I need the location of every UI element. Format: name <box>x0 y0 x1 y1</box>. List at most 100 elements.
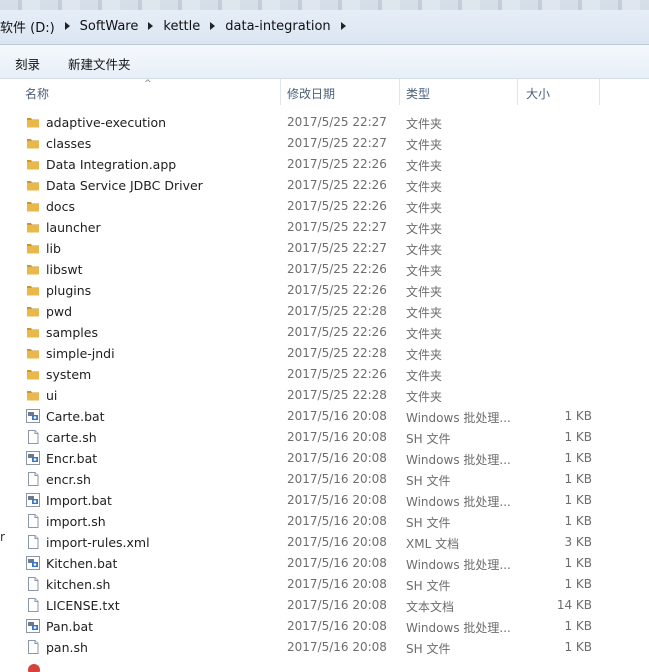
file-name[interactable]: Pan.bat <box>46 619 93 634</box>
file-name[interactable]: LICENSE.txt <box>46 598 120 613</box>
file-row[interactable]: Data Service JDBC Driver 2017/5/25 22:26 文… <box>0 175 649 196</box>
file-row[interactable]: system 2017/5/25 22:26 文件夹 <box>0 364 649 385</box>
chevron-right-icon[interactable] <box>148 22 154 30</box>
file-name[interactable]: ui <box>46 388 57 403</box>
column-size[interactable]: 大小 <box>526 85 550 102</box>
file-name[interactable]: kitchen.sh <box>46 577 110 592</box>
file-modified-date: 2017/5/16 20:08 <box>287 640 387 654</box>
chevron-right-icon[interactable] <box>210 22 216 30</box>
batch-file-icon <box>26 409 40 423</box>
file-row[interactable]: Encr.bat 2017/5/16 20:08 Windows 批处理... 1 K… <box>0 448 649 469</box>
file-modified-date: 2017/5/16 20:08 <box>287 514 387 528</box>
sort-ascending-icon: ^ <box>144 79 152 89</box>
file-name[interactable]: Data Service JDBC Driver <box>46 178 203 193</box>
xml-file-icon <box>26 535 40 549</box>
column-divider[interactable] <box>399 79 400 105</box>
file-type: 文件夹 <box>406 327 443 341</box>
file-name[interactable]: Import.bat <box>46 493 112 508</box>
file-type: Windows 批处理... <box>406 453 511 467</box>
column-divider[interactable] <box>599 79 600 105</box>
file-name[interactable]: pan.sh <box>46 640 88 655</box>
breadcrumb-kettle[interactable]: kettle <box>163 19 200 34</box>
file-row[interactable]: Data Integration.app 2017/5/25 22:26 文件夹 <box>0 154 649 175</box>
file-name[interactable]: lib <box>46 241 61 256</box>
file-modified-date: 2017/5/25 22:26 <box>287 325 387 339</box>
new-folder-button[interactable]: 新建文件夹 <box>68 54 131 73</box>
file-name[interactable]: pwd <box>46 304 72 319</box>
chevron-right-icon[interactable] <box>340 22 346 30</box>
file-name[interactable]: launcher <box>46 220 101 235</box>
file-name[interactable]: simple-jndi <box>46 346 115 361</box>
file-row[interactable]: import-rules.xml 2017/5/16 20:08 XML 文档 3 K… <box>0 532 649 553</box>
file-name[interactable]: Data Integration.app <box>46 157 176 172</box>
breadcrumb-data-integration[interactable]: data-integration <box>225 19 330 34</box>
file-row[interactable]: Carte.bat 2017/5/16 20:08 Windows 批处理... 1 … <box>0 406 649 427</box>
column-divider[interactable] <box>517 79 518 105</box>
file-size: 1 KB <box>564 493 592 507</box>
file-row[interactable]: libswt 2017/5/25 22:26 文件夹 <box>0 259 649 280</box>
column-name[interactable]: 名称 <box>25 85 49 102</box>
file-name[interactable]: Carte.bat <box>46 409 105 424</box>
file-row[interactable]: docs 2017/5/25 22:26 文件夹 <box>0 196 649 217</box>
chevron-right-icon[interactable] <box>64 22 70 30</box>
file-name[interactable]: adaptive-execution <box>46 115 166 130</box>
file-modified-date: 2017/5/25 22:28 <box>287 304 387 318</box>
file-name[interactable]: import-rules.xml <box>46 535 150 550</box>
file-row[interactable]: samples 2017/5/25 22:26 文件夹 <box>0 322 649 343</box>
file-size: 1 KB <box>564 556 592 570</box>
column-type[interactable]: 类型 <box>406 85 430 102</box>
file-modified-date: 2017/5/25 22:28 <box>287 346 387 360</box>
taskbar-strip <box>0 0 649 10</box>
file-modified-date: 2017/5/25 22:26 <box>287 178 387 192</box>
file-icon <box>26 640 40 654</box>
file-name[interactable]: plugins <box>46 283 91 298</box>
column-date[interactable]: 修改日期 <box>287 85 335 102</box>
file-name[interactable]: carte.sh <box>46 430 97 445</box>
batch-file-icon <box>26 493 40 507</box>
file-row[interactable]: kitchen.sh 2017/5/16 20:08 SH 文件 1 KB <box>0 574 649 595</box>
burn-button[interactable]: 刻录 <box>15 54 40 73</box>
breadcrumb-software[interactable]: SoftWare <box>80 19 139 34</box>
file-row[interactable]: pan.sh 2017/5/16 20:08 SH 文件 1 KB <box>0 637 649 658</box>
address-bar[interactable]: 软件 (D:) SoftWare kettle data-integration <box>0 0 649 45</box>
folder-icon <box>26 199 40 213</box>
file-type: Windows 批处理... <box>406 495 511 509</box>
file-row[interactable]: adaptive-execution 2017/5/25 22:27 文件夹 <box>0 112 649 133</box>
file-name[interactable]: libswt <box>46 262 83 277</box>
file-modified-date: 2017/5/25 22:27 <box>287 241 387 255</box>
file-name[interactable]: samples <box>46 325 98 340</box>
breadcrumb-drive[interactable]: 软件 (D:) <box>0 17 55 36</box>
file-row[interactable]: ui 2017/5/25 22:28 文件夹 <box>0 385 649 406</box>
file-size: 1 KB <box>564 430 592 444</box>
file-modified-date: 2017/5/16 20:08 <box>287 409 387 423</box>
file-row[interactable]: pwd 2017/5/25 22:28 文件夹 <box>0 301 649 322</box>
column-divider[interactable] <box>280 79 281 105</box>
folder-icon <box>26 241 40 255</box>
file-name[interactable]: Encr.bat <box>46 451 97 466</box>
file-name[interactable]: docs <box>46 199 75 214</box>
file-row[interactable]: Kitchen.bat 2017/5/16 20:08 Windows 批处理...… <box>0 553 649 574</box>
file-row[interactable]: Pan.bat 2017/5/16 20:08 Windows 批处理... 1 KB <box>0 616 649 637</box>
file-row[interactable]: Import.bat 2017/5/16 20:08 Windows 批处理... 1… <box>0 490 649 511</box>
file-type: 文本文档 <box>406 600 455 614</box>
file-row[interactable]: plugins 2017/5/25 22:26 文件夹 <box>0 280 649 301</box>
file-name[interactable]: import.sh <box>46 514 106 529</box>
file-icon <box>26 514 40 528</box>
file-modified-date: 2017/5/16 20:08 <box>287 430 387 444</box>
file-type: SH 文件 <box>406 432 451 446</box>
file-row[interactable]: carte.sh 2017/5/16 20:08 SH 文件 1 KB <box>0 427 649 448</box>
file-row[interactable]: import.sh 2017/5/16 20:08 SH 文件 1 KB <box>0 511 649 532</box>
file-name[interactable]: Kitchen.bat <box>46 556 117 571</box>
file-name[interactable]: encr.sh <box>46 472 91 487</box>
file-row[interactable]: simple-jndi 2017/5/25 22:28 文件夹 <box>0 343 649 364</box>
file-row[interactable]: encr.sh 2017/5/16 20:08 SH 文件 1 KB <box>0 469 649 490</box>
file-type: SH 文件 <box>406 579 451 593</box>
file-row[interactable]: launcher 2017/5/25 22:27 文件夹 <box>0 217 649 238</box>
file-row[interactable]: classes 2017/5/25 22:27 文件夹 <box>0 133 649 154</box>
file-size: 1 KB <box>564 514 592 528</box>
file-row[interactable]: lib 2017/5/25 22:27 文件夹 <box>0 238 649 259</box>
file-icon <box>26 430 40 444</box>
file-row[interactable]: LICENSE.txt 2017/5/16 20:08 文本文档 14 KB <box>0 595 649 616</box>
file-name[interactable]: classes <box>46 136 91 151</box>
file-name[interactable]: system <box>46 367 91 382</box>
